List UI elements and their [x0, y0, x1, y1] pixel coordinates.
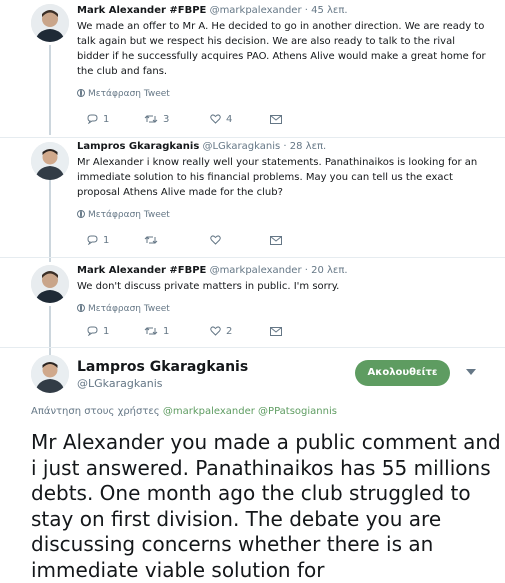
main-avatar[interactable]	[31, 355, 69, 393]
retweet-button[interactable]: 3	[144, 113, 169, 127]
author-handle[interactable]: @markpalexander	[210, 265, 302, 276]
translate-link[interactable]: Μετάφραση Tweet	[77, 88, 170, 100]
reply-count: 1	[103, 235, 110, 246]
author-name[interactable]: Mark Alexander #FBPE	[77, 265, 206, 276]
globe-icon	[77, 304, 85, 312]
thread-line	[49, 180, 51, 262]
timestamp[interactable]: · 20 λεπ.	[305, 265, 348, 276]
globe-icon	[77, 89, 85, 97]
envelope-icon	[270, 327, 282, 336]
author-handle[interactable]: @LGkaragkanis	[202, 141, 280, 152]
following-button[interactable]: Ακολουθείτε	[355, 360, 450, 386]
reply-button[interactable]: 1	[87, 234, 109, 248]
retweet-count: 1	[163, 326, 170, 337]
reply-icon	[87, 326, 98, 337]
reply-icon	[87, 114, 98, 125]
mention-link[interactable]: @markpalexander	[163, 406, 255, 417]
like-count: 2	[226, 326, 233, 337]
retweet-icon	[144, 115, 158, 123]
message-button[interactable]	[270, 113, 287, 127]
like-button[interactable]: 2	[210, 325, 232, 339]
reply-button[interactable]: 1	[87, 113, 109, 127]
thread-line	[49, 45, 51, 135]
avatar[interactable]	[31, 4, 69, 42]
like-button[interactable]	[210, 234, 226, 248]
chevron-down-icon[interactable]	[466, 369, 476, 375]
like-count: 4	[226, 114, 233, 125]
envelope-icon	[270, 115, 282, 124]
message-button[interactable]	[270, 234, 287, 248]
reply-count: 1	[103, 114, 110, 125]
message-button[interactable]	[270, 325, 287, 339]
main-tweet-text: Mr Alexander you made a public comment a…	[31, 430, 501, 582]
timestamp[interactable]: · 28 λεπ.	[283, 141, 326, 152]
envelope-icon	[270, 236, 282, 245]
retweet-icon	[144, 236, 158, 244]
reply-to-line: Απάντηση στους χρήστες @markpalexander @…	[31, 406, 337, 417]
divider	[0, 137, 505, 138]
tweet-text: We don't discuss private matters in publ…	[77, 281, 340, 292]
reply-count: 1	[103, 326, 110, 337]
tweet-text: We made an offer to Mr A. He decided to …	[77, 21, 486, 77]
retweet-button[interactable]: 1	[144, 325, 169, 339]
divider	[0, 257, 505, 258]
reply-icon	[87, 235, 98, 246]
timestamp[interactable]: · 45 λεπ.	[305, 5, 348, 16]
mention-link[interactable]: @PPatsogiannis	[258, 406, 337, 417]
retweet-count: 3	[163, 114, 170, 125]
reply-to-label: Απάντηση στους χρήστες	[31, 406, 160, 417]
main-author-name[interactable]: Lampros Gkaragkanis	[77, 359, 248, 375]
divider	[0, 347, 505, 348]
translate-link[interactable]: Μετάφραση Tweet	[77, 209, 170, 221]
translate-link[interactable]: Μετάφραση Tweet	[77, 303, 170, 315]
heart-icon	[210, 114, 221, 124]
author-name[interactable]: Mark Alexander #FBPE	[77, 5, 206, 16]
avatar[interactable]	[31, 142, 69, 180]
thread-line	[49, 306, 51, 356]
author-handle[interactable]: @markpalexander	[210, 5, 302, 16]
tweet-text: Mr Alexander i know really well your sta…	[77, 157, 478, 198]
main-author-handle[interactable]: @LGkaragkanis	[77, 377, 163, 390]
globe-icon	[77, 210, 85, 218]
heart-icon	[210, 235, 221, 245]
like-button[interactable]: 4	[210, 113, 232, 127]
retweet-icon	[144, 327, 158, 335]
retweet-button[interactable]	[144, 234, 163, 248]
avatar[interactable]	[31, 265, 69, 303]
author-name[interactable]: Lampros Gkaragkanis	[77, 141, 199, 152]
heart-icon	[210, 326, 221, 336]
reply-button[interactable]: 1	[87, 325, 109, 339]
